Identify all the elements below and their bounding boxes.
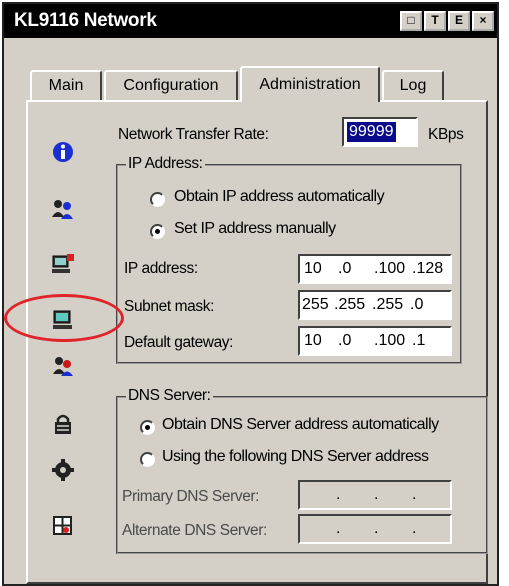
gear-icon[interactable]	[50, 458, 76, 482]
network-window: KL9116 Network □ T E × Main Configuratio…	[2, 2, 499, 586]
ip-octet-3: .100	[374, 260, 406, 277]
gateway-octet-4: .1	[412, 332, 426, 349]
subnet-mask-label: Subnet mask:	[124, 298, 214, 315]
title-bar: KL9116 Network □ T E ×	[4, 4, 497, 38]
primary-dns-field[interactable]: . . .	[298, 480, 452, 510]
dns-group-title: DNS Server:	[126, 387, 213, 405]
gateway-octet-2: .0	[338, 332, 352, 349]
dns-auto-label: Obtain DNS Server address automatically	[162, 416, 439, 433]
primary-dns-dot-3: .	[412, 486, 417, 503]
lock-icon[interactable]	[50, 412, 76, 436]
exit-button[interactable]: E	[448, 11, 470, 31]
ip-octet-2: .0	[338, 260, 352, 277]
default-gateway-label: Default gateway:	[124, 334, 234, 351]
device-icon[interactable]	[50, 514, 76, 538]
alternate-dns-dot-3: .	[412, 520, 417, 537]
ip-auto-radio[interactable]	[150, 192, 165, 207]
alternate-dns-label: Alternate DNS Server:	[122, 522, 267, 539]
users-icon[interactable]	[50, 197, 76, 221]
alternate-dns-dot-2: .	[374, 520, 379, 537]
subnet-octet-3: .255	[372, 296, 404, 313]
tab-configuration[interactable]: Configuration	[104, 70, 238, 102]
gateway-octet-1: 10	[304, 332, 322, 349]
default-gateway-field[interactable]: 10 .0 .100 .1	[298, 326, 452, 356]
transfer-rate-value: 99999	[347, 122, 396, 142]
transfer-rate-label: Network Transfer Rate:	[118, 126, 269, 143]
ip-address-field[interactable]: 10 .0 .100 .128	[298, 254, 452, 284]
window-title: KL9116 Network	[14, 10, 157, 31]
highlight-ring	[4, 294, 124, 342]
ip-address-label: IP address:	[124, 260, 198, 277]
ip-auto-label: Obtain IP address automatically	[174, 188, 385, 205]
subnet-mask-field[interactable]: 255 .255 .255 .0	[298, 290, 452, 320]
transfer-rate-input[interactable]: 99999	[342, 117, 418, 147]
info-icon[interactable]	[50, 140, 76, 164]
primary-dns-dot-1: .	[336, 486, 341, 503]
subnet-octet-1: 255	[302, 296, 329, 313]
ip-octet-1: 10	[304, 260, 322, 277]
ip-octet-4: .128	[412, 260, 444, 277]
ip-manual-radio[interactable]	[150, 224, 165, 239]
dns-manual-label: Using the following DNS Server address	[162, 448, 429, 465]
dns-manual-radio[interactable]	[140, 452, 155, 467]
user-admin-icon[interactable]	[50, 354, 76, 378]
close-button[interactable]: ×	[472, 11, 494, 31]
alternate-dns-field[interactable]: . . .	[298, 514, 452, 544]
alternate-dns-dot-1: .	[336, 520, 341, 537]
tab-main[interactable]: Main	[30, 70, 102, 102]
transfer-rate-unit: KBps	[428, 126, 464, 143]
tab-bar: Main Configuration Administration Log	[4, 38, 497, 104]
ip-manual-label: Set IP address manually	[174, 220, 336, 237]
restore-button[interactable]: □	[400, 11, 422, 31]
subnet-octet-4: .0	[410, 296, 424, 313]
gateway-octet-3: .100	[374, 332, 406, 349]
tab-administration[interactable]: Administration	[240, 66, 380, 102]
subnet-octet-2: .255	[334, 296, 366, 313]
primary-dns-dot-2: .	[374, 486, 379, 503]
computer-red-icon[interactable]	[50, 252, 76, 276]
primary-dns-label: Primary DNS Server:	[122, 488, 260, 505]
help-button[interactable]: T	[424, 11, 446, 31]
dns-auto-radio[interactable]	[140, 420, 155, 435]
ip-group-title: IP Address:	[126, 155, 205, 173]
tab-log[interactable]: Log	[382, 70, 444, 102]
